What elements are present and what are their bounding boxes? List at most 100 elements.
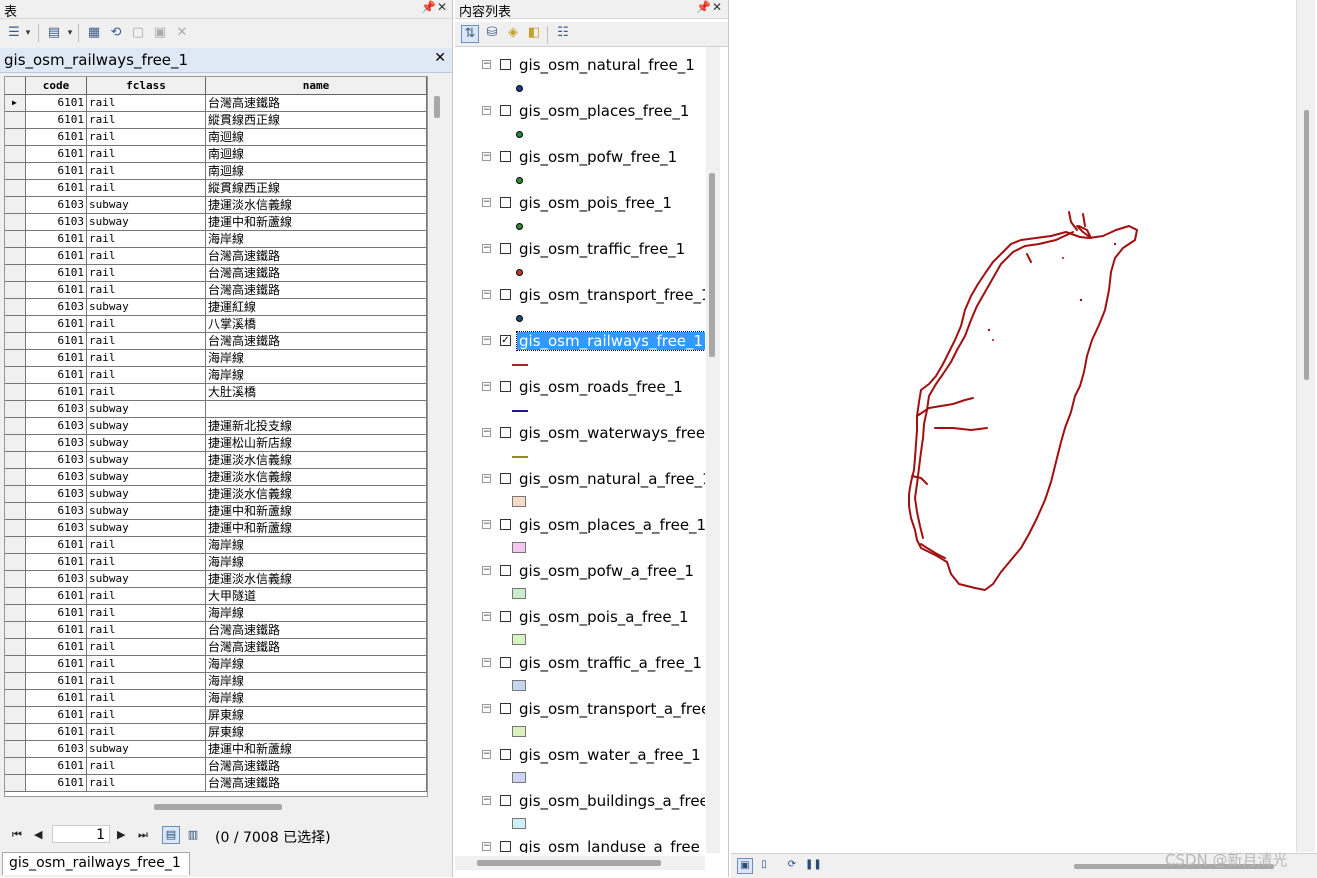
next-record-icon[interactable]: ▶ [117, 828, 125, 841]
list-by-source-icon[interactable]: ⛁ [484, 25, 500, 41]
layer-visibility-checkbox[interactable] [500, 749, 511, 760]
close-icon[interactable]: ✕ [437, 0, 447, 14]
layer-item[interactable]: − gis_osm_buildings_a_free_1 [455, 789, 705, 835]
show-selected-records-icon[interactable]: ▥ [184, 826, 202, 844]
table-vertical-scrollbar[interactable] [431, 76, 445, 795]
map-vertical-scrollbar[interactable] [1296, 0, 1315, 852]
table-row[interactable]: 6103 subway 捷運松山新店線 [5, 435, 427, 452]
show-all-records-icon[interactable]: ▤ [162, 826, 180, 844]
cell-name[interactable]: 台灣高速鐵路 [206, 265, 427, 281]
table-row[interactable]: 6101 rail 八掌溪橋 [5, 316, 427, 333]
toc-horizontal-scrollbar[interactable] [455, 856, 705, 870]
cell-fclass[interactable]: rail [87, 180, 206, 196]
layer-name[interactable]: gis_osm_pofw_free_1 [517, 148, 679, 166]
layer-name[interactable]: gis_osm_pofw_a_free_1 [517, 562, 696, 580]
row-selector[interactable] [5, 605, 26, 621]
cell-code[interactable]: 6101 [26, 690, 87, 706]
row-selector[interactable] [5, 435, 26, 451]
cell-fclass[interactable]: rail [87, 282, 206, 298]
scrollbar-thumb[interactable] [709, 173, 715, 357]
cell-name[interactable]: 捷運紅線 [206, 299, 427, 315]
map-canvas[interactable] [731, 0, 1291, 850]
layer-visibility-checkbox[interactable] [500, 611, 511, 622]
column-header-name[interactable]: name [206, 77, 427, 94]
table-row[interactable]: 6103 subway 捷運中和新蘆線 [5, 214, 427, 231]
row-selector[interactable] [5, 554, 26, 570]
cell-code[interactable]: 6101 [26, 333, 87, 349]
row-selector[interactable] [5, 367, 26, 383]
cell-fclass[interactable]: rail [87, 639, 206, 655]
row-selector[interactable] [5, 758, 26, 774]
cell-code[interactable]: 6101 [26, 639, 87, 655]
related-tables-icon[interactable]: ▤ [46, 25, 62, 41]
table-row[interactable]: 6101 rail 縱貫線西正線 [5, 112, 427, 129]
cell-code[interactable]: 6101 [26, 588, 87, 604]
layer-item[interactable]: − gis_osm_roads_free_1 [455, 375, 705, 421]
collapse-icon[interactable]: − [482, 106, 491, 115]
cell-name[interactable]: 海岸線 [206, 690, 427, 706]
cell-code[interactable]: 6101 [26, 758, 87, 774]
collapse-icon[interactable]: − [482, 290, 491, 299]
collapse-icon[interactable]: − [482, 474, 491, 483]
cell-code[interactable]: 6101 [26, 350, 87, 366]
cell-fclass[interactable]: subway [87, 214, 206, 230]
row-selector[interactable] [5, 384, 26, 400]
cell-name[interactable]: 海岸線 [206, 554, 427, 570]
layer-name[interactable]: gis_osm_buildings_a_free_1 [517, 792, 705, 810]
row-selector[interactable] [5, 469, 26, 485]
cell-name[interactable]: 屏東線 [206, 724, 427, 740]
cell-code[interactable]: 6101 [26, 724, 87, 740]
layout-view-icon[interactable]: ▯ [757, 858, 771, 872]
cell-code[interactable]: 6101 [26, 656, 87, 672]
cell-fclass[interactable]: rail [87, 622, 206, 638]
layer-name[interactable]: gis_osm_pois_free_1 [517, 194, 674, 212]
row-selector[interactable] [5, 112, 26, 128]
cell-name[interactable]: 南迴線 [206, 163, 427, 179]
table-row[interactable]: 6103 subway 捷運中和新蘆線 [5, 741, 427, 758]
cell-code[interactable]: 6101 [26, 775, 87, 791]
table-row[interactable]: 6103 subway 捷運紅線 [5, 299, 427, 316]
cell-code[interactable]: 6101 [26, 605, 87, 621]
table-row[interactable]: 6101 rail 海岸線 [5, 673, 427, 690]
cell-fclass[interactable]: subway [87, 435, 206, 451]
table-row[interactable]: 6101 rail 大甲隧道 [5, 588, 427, 605]
layer-visibility-checkbox[interactable]: ✓ [500, 335, 511, 346]
cell-fclass[interactable]: rail [87, 231, 206, 247]
layer-item[interactable]: − gis_osm_pois_free_1 [455, 191, 705, 237]
cell-code[interactable]: 6103 [26, 486, 87, 502]
layer-item[interactable]: − gis_osm_traffic_free_1 [455, 237, 705, 283]
cell-code[interactable]: 6103 [26, 418, 87, 434]
layer-item[interactable]: − gis_osm_transport_a_free_1 [455, 697, 705, 743]
cell-name[interactable]: 台灣高速鐵路 [206, 282, 427, 298]
list-by-selection-icon[interactable]: ◧ [526, 25, 542, 41]
table-row[interactable]: 6101 rail 南迴線 [5, 163, 427, 180]
cell-code[interactable]: 6101 [26, 180, 87, 196]
layer-name[interactable]: gis_osm_water_a_free_1 [517, 746, 703, 764]
layer-visibility-checkbox[interactable] [500, 795, 511, 806]
table-row[interactable]: 6101 rail 海岸線 [5, 350, 427, 367]
layer-name[interactable]: gis_osm_natural_free_1 [517, 56, 697, 74]
row-selector[interactable] [5, 129, 26, 145]
cell-code[interactable]: 6101 [26, 537, 87, 553]
row-selector[interactable] [5, 486, 26, 502]
cell-name[interactable]: 台灣高速鐵路 [206, 95, 427, 111]
table-row[interactable]: 6101 rail 海岸線 [5, 605, 427, 622]
collapse-icon[interactable]: − [482, 704, 491, 713]
cell-fclass[interactable]: rail [87, 146, 206, 162]
cell-code[interactable]: 6101 [26, 316, 87, 332]
switch-selection-icon[interactable]: ⟲ [108, 25, 124, 41]
layer-visibility-checkbox[interactable] [500, 197, 511, 208]
row-selector[interactable] [5, 503, 26, 519]
layer-name[interactable]: gis_osm_natural_a_free_1 [517, 470, 705, 488]
scrollbar-thumb[interactable] [154, 804, 282, 810]
row-selector[interactable] [5, 299, 26, 315]
cell-name[interactable]: 台灣高速鐵路 [206, 639, 427, 655]
layer-item[interactable]: − gis_osm_pofw_a_free_1 [455, 559, 705, 605]
cell-name[interactable]: 捷運淡水信義線 [206, 571, 427, 587]
table-row[interactable]: 6101 rail 海岸線 [5, 656, 427, 673]
zoom-to-selected-icon[interactable]: ▣ [152, 25, 168, 41]
table-row[interactable]: 6101 rail 南迴線 [5, 129, 427, 146]
layer-visibility-checkbox[interactable] [500, 473, 511, 484]
cell-name[interactable]: 捷運淡水信義線 [206, 469, 427, 485]
cell-fclass[interactable]: rail [87, 112, 206, 128]
